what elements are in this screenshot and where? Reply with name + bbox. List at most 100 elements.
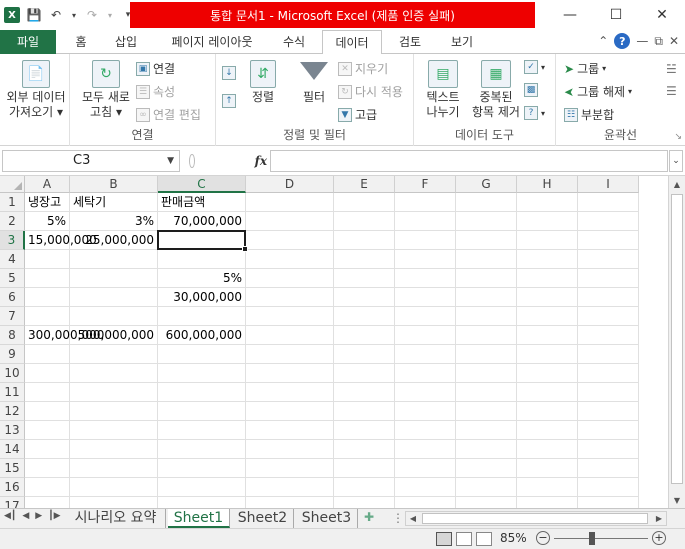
- cell-b3[interactable]: 25,000,000: [70, 231, 158, 250]
- sheet-tab-sheet2[interactable]: Sheet2: [232, 509, 294, 528]
- filter-button[interactable]: 필터: [292, 60, 336, 105]
- cell-f10[interactable]: [395, 364, 456, 383]
- cell-d8[interactable]: [246, 326, 334, 345]
- maximize-button[interactable]: ☐: [593, 0, 639, 30]
- cell-d16[interactable]: [246, 478, 334, 497]
- cell-e1[interactable]: [334, 193, 395, 212]
- cell-d1[interactable]: [246, 193, 334, 212]
- cell-a8[interactable]: 300,000,000: [25, 326, 104, 345]
- cell-b16[interactable]: [70, 478, 158, 497]
- scroll-left-icon[interactable]: ◀: [406, 512, 420, 525]
- workbook-restore-icon[interactable]: ⧉: [654, 34, 663, 49]
- get-external-data-button[interactable]: 📄 외부 데이터 가져오기 ▾: [2, 60, 70, 120]
- cell-b7[interactable]: [70, 307, 158, 326]
- cell-e17[interactable]: [334, 497, 395, 508]
- cell-b6[interactable]: [70, 288, 158, 307]
- workbook-minimize-icon[interactable]: —: [636, 34, 648, 48]
- cell-i3[interactable]: [578, 231, 639, 250]
- cell-i12[interactable]: [578, 402, 639, 421]
- cell-d10[interactable]: [246, 364, 334, 383]
- cell-d5[interactable]: [246, 269, 334, 288]
- cell-h13[interactable]: [517, 421, 578, 440]
- cell-f11[interactable]: [395, 383, 456, 402]
- cell-c17[interactable]: [158, 497, 246, 508]
- cell-h6[interactable]: [517, 288, 578, 307]
- cell-b5[interactable]: [70, 269, 158, 288]
- column-header-c[interactable]: C: [158, 176, 246, 193]
- workbook-close-icon[interactable]: ✕: [669, 34, 679, 48]
- cell-h3[interactable]: [517, 231, 578, 250]
- cell-d7[interactable]: [246, 307, 334, 326]
- select-all-button[interactable]: [0, 176, 25, 193]
- sort-desc-button[interactable]: ↑: [222, 94, 236, 108]
- minimize-button[interactable]: —: [547, 0, 593, 30]
- cell-e7[interactable]: [334, 307, 395, 326]
- what-if-analysis-button[interactable]: ? ▾: [524, 106, 545, 120]
- cell-e13[interactable]: [334, 421, 395, 440]
- cell-d12[interactable]: [246, 402, 334, 421]
- sheet-tab-sheet1[interactable]: Sheet1: [168, 509, 230, 528]
- text-to-columns-button[interactable]: ▤ 텍스트 나누기: [418, 60, 468, 120]
- cell-e15[interactable]: [334, 459, 395, 478]
- cell-h16[interactable]: [517, 478, 578, 497]
- cell-f2[interactable]: [395, 212, 456, 231]
- cell-f17[interactable]: [395, 497, 456, 508]
- cell-h8[interactable]: [517, 326, 578, 345]
- cell-h11[interactable]: [517, 383, 578, 402]
- cell-i15[interactable]: [578, 459, 639, 478]
- tab-split-icon[interactable]: ⋮: [392, 511, 404, 525]
- cancel-formula-icon[interactable]: [189, 154, 195, 168]
- tab-view[interactable]: 보기: [440, 30, 484, 54]
- group-button[interactable]: ➤ 그룹 ▾: [564, 60, 606, 77]
- cell-g14[interactable]: [456, 440, 517, 459]
- hide-detail-button[interactable]: ☰: [666, 84, 677, 98]
- sort-button[interactable]: ⇵ 정렬: [246, 60, 280, 105]
- cell-c13[interactable]: [158, 421, 246, 440]
- data-validation-button[interactable]: ✓ ▾: [524, 60, 545, 74]
- cell-a2[interactable]: 5%: [25, 212, 70, 231]
- cell-e9[interactable]: [334, 345, 395, 364]
- column-header-d[interactable]: D: [246, 176, 334, 193]
- cell-d15[interactable]: [246, 459, 334, 478]
- cell-i11[interactable]: [578, 383, 639, 402]
- refresh-all-button[interactable]: ↻ 모두 새로 고침 ▾: [76, 60, 136, 120]
- close-button[interactable]: ✕: [639, 0, 685, 30]
- next-sheet-icon[interactable]: ▶: [35, 511, 42, 521]
- cell-a7[interactable]: [25, 307, 70, 326]
- zoom-level[interactable]: 85%: [500, 531, 527, 545]
- cell-i5[interactable]: [578, 269, 639, 288]
- undo-icon[interactable]: ↶: [48, 7, 64, 23]
- cell-h15[interactable]: [517, 459, 578, 478]
- cell-e14[interactable]: [334, 440, 395, 459]
- cell-e8[interactable]: [334, 326, 395, 345]
- vertical-scroll-thumb[interactable]: [671, 194, 683, 484]
- row-header-17[interactable]: 17: [0, 497, 25, 508]
- cell-b4[interactable]: [70, 250, 158, 269]
- cell-g13[interactable]: [456, 421, 517, 440]
- excel-logo-icon[interactable]: X: [4, 7, 20, 23]
- help-icon[interactable]: ?: [614, 33, 631, 49]
- redo-icon[interactable]: ↷: [84, 7, 100, 23]
- cell-e16[interactable]: [334, 478, 395, 497]
- cell-d9[interactable]: [246, 345, 334, 364]
- cell-b15[interactable]: [70, 459, 158, 478]
- page-break-view-icon[interactable]: [476, 532, 492, 546]
- row-header-11[interactable]: 11: [0, 383, 25, 402]
- cell-f4[interactable]: [395, 250, 456, 269]
- cell-i13[interactable]: [578, 421, 639, 440]
- cell-c2[interactable]: 70,000,000: [158, 212, 246, 231]
- cell-c5[interactable]: 5%: [158, 269, 246, 288]
- insert-function-button[interactable]: fx: [255, 154, 267, 168]
- cell-i6[interactable]: [578, 288, 639, 307]
- dialog-launcher-icon[interactable]: ↘: [674, 132, 682, 142]
- zoom-out-icon[interactable]: −: [536, 531, 550, 545]
- cell-b17[interactable]: [70, 497, 158, 508]
- page-layout-view-icon[interactable]: [456, 532, 472, 546]
- row-header-6[interactable]: 6: [0, 288, 25, 307]
- cell-f12[interactable]: [395, 402, 456, 421]
- edit-links-button[interactable]: ∞ 연결 편집: [136, 106, 201, 123]
- worksheet-grid[interactable]: A B C D E F G H I 1 냉장고 세탁기 판매금액 2 5% 3% 70,000,000 3 15,0…: [0, 176, 668, 508]
- cell-g2[interactable]: [456, 212, 517, 231]
- cell-h10[interactable]: [517, 364, 578, 383]
- tab-formulas[interactable]: 수식: [272, 30, 316, 54]
